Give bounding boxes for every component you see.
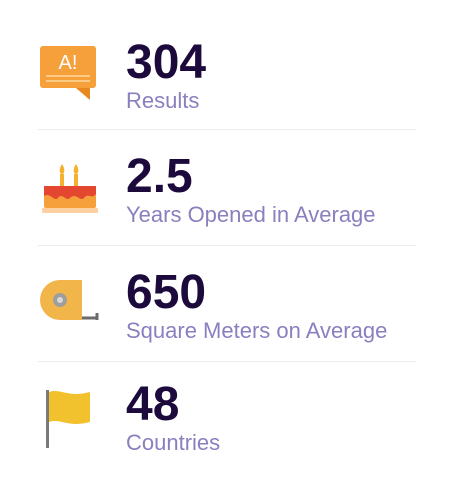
stat-years-opened: 2.5 Years Opened in Average <box>38 152 416 252</box>
stat-value: 48 <box>126 378 180 431</box>
speech-bubble-alert-icon: A! <box>38 38 102 102</box>
birthday-cake-icon <box>38 152 102 216</box>
stat-value: 650 <box>126 266 207 319</box>
stat-value: 304 <box>126 36 207 89</box>
stat-label: Square Meters on Average <box>126 318 388 343</box>
stat-results: A! 304 Results <box>38 38 416 138</box>
stat-label: Results <box>126 88 200 113</box>
stats-panel: A! 304 Results 2.5 Years Opened in Avera… <box>0 0 476 494</box>
stat-value: 2.5 <box>126 150 193 203</box>
flag-icon <box>38 380 102 448</box>
tape-measure-icon <box>38 268 102 332</box>
stat-square-meters: 650 Square Meters on Average <box>38 268 416 368</box>
stat-label: Countries <box>126 430 221 455</box>
divider <box>38 361 416 362</box>
divider <box>38 245 416 246</box>
divider <box>38 129 416 130</box>
stat-label: Years Opened in Average <box>126 202 376 227</box>
speech-bubble-text: A! <box>59 52 78 74</box>
stat-countries: 48 Countries <box>38 380 416 480</box>
